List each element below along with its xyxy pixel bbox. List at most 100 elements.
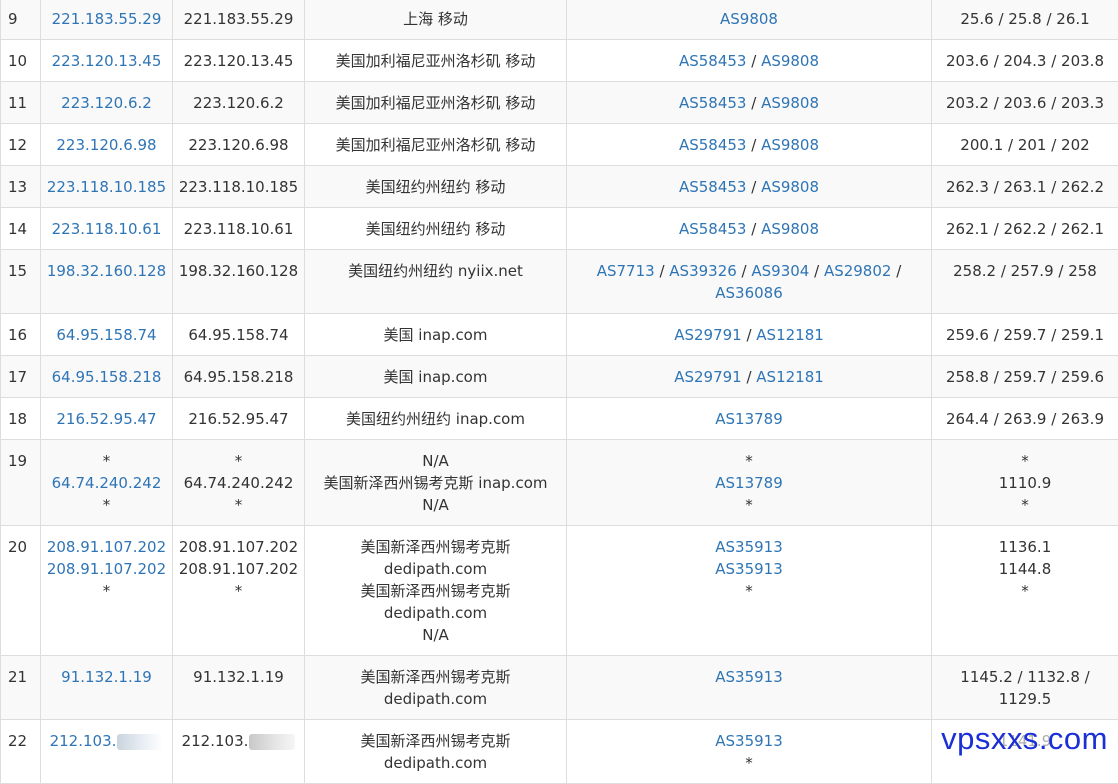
location-text: 美国纽约州纽约 移动 [307, 218, 564, 240]
ip-link[interactable]: 223.120.13.45 [43, 50, 170, 72]
location-text: 美国 inap.com [307, 324, 564, 346]
ip-link[interactable]: 208.91.107.202 [43, 558, 170, 580]
location-text: 美国加利福尼亚州洛杉矶 移动 [307, 92, 564, 114]
rtt-cell: 203.6 / 204.3 / 203.8 [932, 40, 1118, 82]
location-cell: 美国纽约州纽约 移动 [305, 208, 567, 250]
asn-link[interactable]: AS58453 [679, 52, 747, 70]
asn-link[interactable]: AS9808 [761, 178, 819, 196]
blurred-ip-mask [117, 734, 163, 750]
asn-cell: AS58453 / AS9808 [567, 208, 932, 250]
asn-link[interactable]: AS12181 [756, 326, 824, 344]
location-text: 美国 inap.com [307, 366, 564, 388]
asn-link[interactable]: AS58453 [679, 220, 747, 238]
hostname-cell: 223.118.10.61 [173, 208, 305, 250]
hop-number-cell: 22 [1, 720, 41, 784]
hostname: 208.91.107.202 [175, 558, 302, 580]
hop-number-cell: 17 [1, 356, 41, 398]
asn-cell: AS58453 / AS9808 [567, 82, 932, 124]
rtt-value: * [934, 450, 1116, 472]
asn-separator: / [746, 136, 761, 154]
ip-link[interactable]: 212.103. [50, 730, 117, 752]
asn-link[interactable]: AS9808 [761, 136, 819, 154]
asn-link[interactable]: AS35913 [715, 538, 783, 556]
location-cell: 美国新泽西州锡考克斯dedipath.com美国新泽西州锡考克斯dedipath… [305, 526, 567, 656]
ip-link[interactable]: 198.32.160.128 [43, 260, 170, 282]
rtt-value: 262.3 / 263.1 / 262.2 [934, 176, 1116, 198]
asn-timeout: * [745, 582, 753, 600]
rtt-value: 258.2 / 257.9 / 258 [934, 260, 1116, 282]
hop-number: 22 [8, 732, 27, 750]
ip-link[interactable]: 223.120.6.2 [43, 92, 170, 114]
asn-link[interactable]: AS35913 [715, 668, 783, 686]
asn-link[interactable]: AS9304 [751, 262, 809, 280]
hostname: 64.95.158.74 [175, 324, 302, 346]
ip-cell: 223.120.13.45 [41, 40, 173, 82]
ip-link[interactable]: 216.52.95.47 [43, 408, 170, 430]
location-text: 美国新泽西州锡考克斯 inap.com [307, 472, 564, 494]
hop-number-cell: 10 [1, 40, 41, 82]
rtt-value: 264.4 / 263.9 / 263.9 [934, 408, 1116, 430]
asn-line: AS35913 [569, 558, 929, 580]
asn-link[interactable]: AS9808 [761, 52, 819, 70]
hop-number-cell: 18 [1, 398, 41, 440]
ip-link[interactable]: 221.183.55.29 [43, 8, 170, 30]
hostname: 223.120.13.45 [175, 50, 302, 72]
ip-cell: *64.74.240.242* [41, 440, 173, 526]
asn-link[interactable]: AS58453 [679, 94, 747, 112]
location-cell: 美国加利福尼亚州洛杉矶 移动 [305, 40, 567, 82]
ip-link[interactable]: 223.120.6.98 [43, 134, 170, 156]
hop-number-cell: 15 [1, 250, 41, 314]
hop-number-cell: 19 [1, 440, 41, 526]
hostname: 208.91.107.202 [175, 536, 302, 558]
ip-link[interactable]: 64.95.158.74 [43, 324, 170, 346]
ip-link[interactable]: 91.132.1.19 [43, 666, 170, 688]
traceroute-body: 9221.183.55.29221.183.55.29上海 移动AS980825… [1, 0, 1118, 784]
hostname: 64.95.158.218 [175, 366, 302, 388]
asn-link[interactable]: AS29802 [824, 262, 892, 280]
asn-link[interactable]: AS35913 [715, 732, 783, 750]
ip-link[interactable]: 64.95.158.218 [43, 366, 170, 388]
asn-line: AS58453 / AS9808 [569, 134, 929, 156]
asn-link[interactable]: AS9808 [761, 94, 819, 112]
ip-cell: 223.118.10.61 [41, 208, 173, 250]
asn-link[interactable]: AS35913 [715, 560, 783, 578]
ip-link[interactable]: 223.118.10.61 [43, 218, 170, 240]
table-row: 1664.95.158.7464.95.158.74美国 inap.comAS2… [1, 314, 1118, 356]
asn-link[interactable]: AS9808 [720, 10, 778, 28]
ip-cell: 223.118.10.185 [41, 166, 173, 208]
hostname: 223.118.10.61 [175, 218, 302, 240]
asn-link[interactable]: AS36086 [715, 284, 783, 302]
asn-link[interactable]: AS29791 [674, 326, 742, 344]
table-row: 20208.91.107.202208.91.107.202*208.91.10… [1, 526, 1118, 656]
asn-separator: / [746, 94, 761, 112]
asn-link[interactable]: AS58453 [679, 136, 747, 154]
hostname-cell: 212.103. [173, 720, 305, 784]
rtt-cell: 200.1 / 201 / 202 [932, 124, 1118, 166]
hostname-cell: 221.183.55.29 [173, 0, 305, 40]
asn-link[interactable]: AS9808 [761, 220, 819, 238]
asn-link[interactable]: AS58453 [679, 178, 747, 196]
asn-link[interactable]: AS12181 [756, 368, 824, 386]
location-cell: 美国加利福尼亚州洛杉矶 移动 [305, 82, 567, 124]
ip-link[interactable]: 208.91.107.202 [43, 536, 170, 558]
ip-link[interactable]: 64.74.240.242 [43, 472, 170, 494]
asn-link[interactable]: AS29791 [674, 368, 742, 386]
blurred-hostname-mask [249, 734, 295, 750]
hop-number: 10 [8, 52, 27, 70]
location-text: N/A [307, 450, 564, 472]
watermark-logo: vpsxxs.com [939, 721, 1110, 757]
asn-link[interactable]: AS7713 [597, 262, 655, 280]
asn-cell: AS35913* [567, 720, 932, 784]
asn-line: * [569, 494, 929, 516]
rtt-cell: 258.2 / 257.9 / 258 [932, 250, 1118, 314]
asn-link[interactable]: AS39326 [669, 262, 737, 280]
asn-separator: / [809, 262, 824, 280]
asn-cell: AS7713 / AS39326 / AS9304 / AS29802 / AS… [567, 250, 932, 314]
rtt-value: 1129.5 [934, 688, 1116, 710]
ip-link[interactable]: 223.118.10.185 [43, 176, 170, 198]
asn-link[interactable]: AS13789 [715, 474, 783, 492]
hop-number: 17 [8, 368, 27, 386]
asn-link[interactable]: AS13789 [715, 410, 783, 428]
asn-separator: / [891, 262, 901, 280]
table-row: 15198.32.160.128198.32.160.128美国纽约州纽约 ny… [1, 250, 1118, 314]
